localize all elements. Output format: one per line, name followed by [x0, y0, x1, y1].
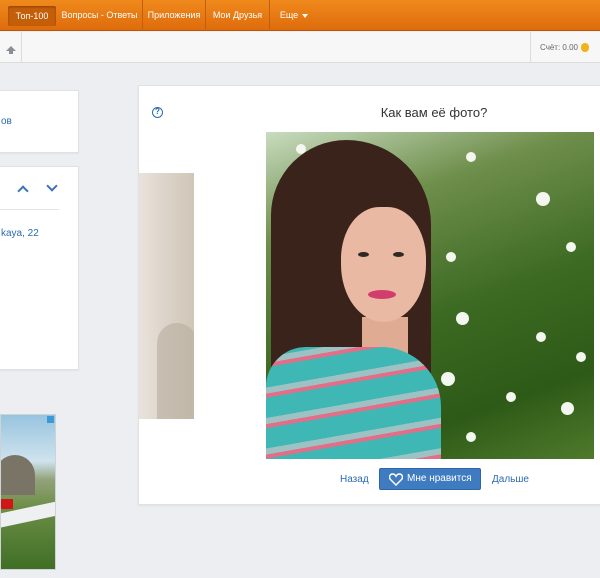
next-link[interactable]: Дальше	[492, 474, 529, 485]
nav-questions-answers-label: Вопросы - Ответы	[61, 10, 138, 20]
blossom	[506, 392, 516, 402]
coin-icon	[580, 43, 589, 53]
nav-my-friends[interactable]: Мои Друзья	[206, 0, 270, 31]
blossom	[561, 402, 574, 415]
rating-question: Как вам её фото?	[380, 105, 488, 120]
blossom	[441, 372, 455, 386]
left-panel-link[interactable]: ов	[1, 116, 12, 127]
nav-more[interactable]: Еще	[270, 0, 318, 31]
portrait-eye	[358, 252, 369, 257]
advertisement-banner[interactable]	[0, 414, 56, 570]
blossom	[536, 332, 546, 342]
nav-apps[interactable]: Приложения	[143, 0, 206, 31]
nav-top-100-label: Топ-100	[15, 11, 49, 21]
portrait-lips	[368, 290, 396, 299]
back-link[interactable]: Назад	[340, 474, 369, 485]
nav-questions-answers[interactable]: Вопросы - Ответы	[57, 0, 143, 31]
rating-actions: Назад Мне нравится Дальше	[139, 468, 600, 492]
score-display: Счёт: 0.00	[530, 32, 589, 63]
blossom	[566, 242, 576, 252]
scroll-up-button[interactable]	[0, 32, 22, 63]
like-button-label: Мне нравится	[407, 473, 472, 484]
divider	[0, 209, 59, 210]
top-navigation: Топ-100 Вопросы - Ответы Приложения Мои …	[0, 0, 600, 31]
nav-more-label: Еще	[279, 10, 299, 20]
blossom	[536, 192, 550, 206]
blossom	[456, 312, 469, 325]
score-label: Счёт: 0.00	[540, 43, 578, 52]
previous-photo-preview[interactable]	[139, 173, 194, 419]
blossom	[576, 352, 586, 362]
previous-photo-figure	[157, 323, 194, 419]
blossom	[446, 252, 456, 262]
arrow-up-icon	[6, 46, 16, 54]
help-icon[interactable]: ?	[152, 107, 163, 118]
address-text[interactable]: kaya, 22	[1, 228, 39, 239]
secondary-toolbar: Счёт: 0.00	[0, 32, 600, 63]
like-button[interactable]: Мне нравится	[379, 468, 481, 490]
portrait-sweater	[266, 347, 441, 459]
nav-top-100[interactable]: Топ-100	[8, 6, 56, 26]
chevron-up-icon[interactable]	[17, 185, 29, 197]
photo-rating-card: ? Как вам её фото? Назад Мне нравится Да…	[138, 85, 600, 505]
nav-apps-label: Приложения	[147, 10, 201, 20]
portrait-eye	[393, 252, 404, 257]
blossom	[466, 432, 476, 442]
nav-my-friends-label: Мои Друзья	[212, 10, 263, 20]
chevron-down-icon	[302, 13, 309, 18]
ad-choices-icon[interactable]	[47, 416, 54, 423]
left-panel-info: kaya, 22	[0, 166, 79, 370]
portrait-face	[341, 207, 426, 322]
blossom	[466, 152, 476, 162]
chevron-down-icon[interactable]	[46, 180, 58, 192]
truck-shape	[1, 499, 13, 509]
mountain-shape	[1, 455, 35, 495]
left-panel-top: ов	[0, 90, 79, 153]
current-photo	[266, 132, 594, 459]
heart-icon	[389, 473, 403, 486]
